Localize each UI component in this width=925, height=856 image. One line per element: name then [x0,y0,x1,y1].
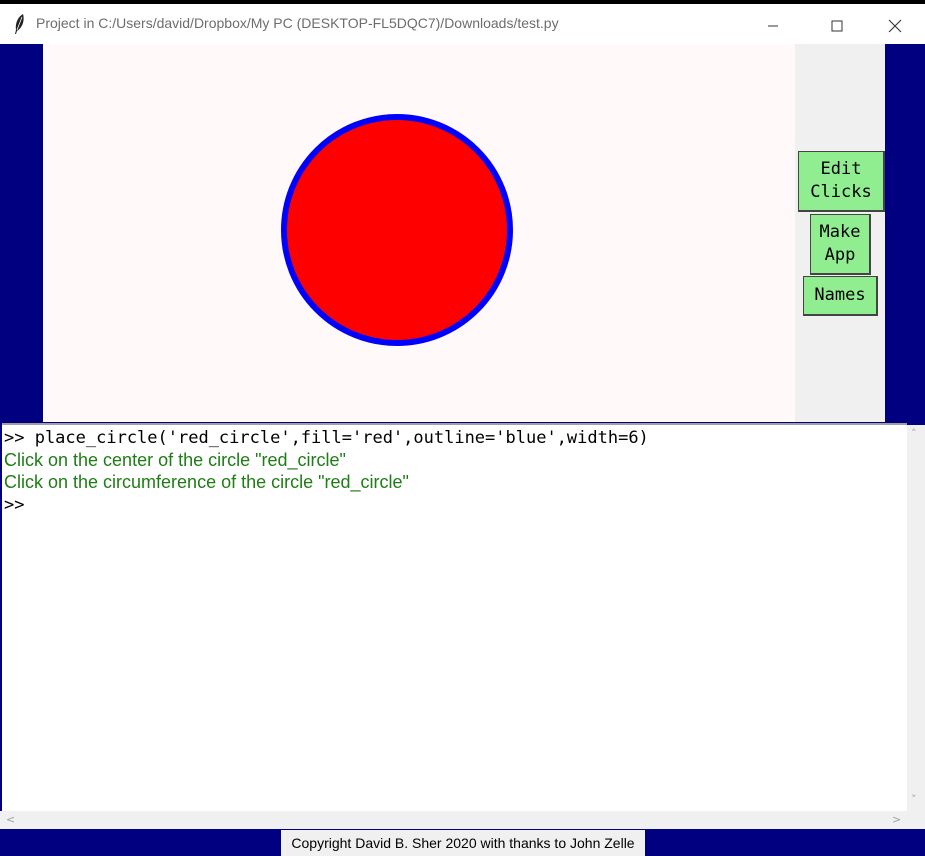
copyright-footer: Copyright David B. Sher 2020 with thanks… [281,830,645,856]
scroll-left-icon[interactable]: < [6,813,15,826]
red-circle[interactable] [281,114,513,346]
edit-clicks-button[interactable]: Edit Clicks [798,151,885,212]
canvas-svg [281,114,513,346]
close-icon [888,19,902,33]
title-bar[interactable]: Project in C:/Users/david/Dropbox/My PC … [0,4,925,44]
vertical-scrollbar[interactable]: ˄ ˅ [907,425,925,811]
make-app-button[interactable]: Make App [810,214,871,275]
horizontal-scrollbar[interactable]: < > [0,811,925,829]
console-line: Click on the circumference of the circle… [4,472,409,492]
names-button[interactable]: Names [803,276,878,316]
close-button[interactable] [872,8,918,44]
scroll-down-icon[interactable]: ˅ [911,793,917,806]
feather-icon [15,14,24,34]
minimize-button[interactable] [750,8,796,44]
window-title: Project in C:/Users/david/Dropbox/My PC … [36,15,559,31]
console-line: Click on the center of the circle "red_c… [4,450,346,470]
app-frame: Edit Clicks Make App Names >> place_circ… [0,44,925,856]
button-panel: Edit Clicks Make App Names [795,44,885,422]
maximize-icon [831,20,843,32]
console-prompt[interactable]: >> [4,495,24,515]
maximize-button[interactable] [814,8,860,44]
console-output[interactable]: >> place_circle('red_circle',fill='red',… [2,423,907,813]
drawing-canvas[interactable] [43,44,795,422]
console-line: >> place_circle('red_circle',fill='red',… [4,428,649,448]
scroll-right-icon[interactable]: > [892,813,901,826]
scroll-up-icon[interactable]: ˄ [911,427,917,440]
minimize-icon [768,25,778,27]
